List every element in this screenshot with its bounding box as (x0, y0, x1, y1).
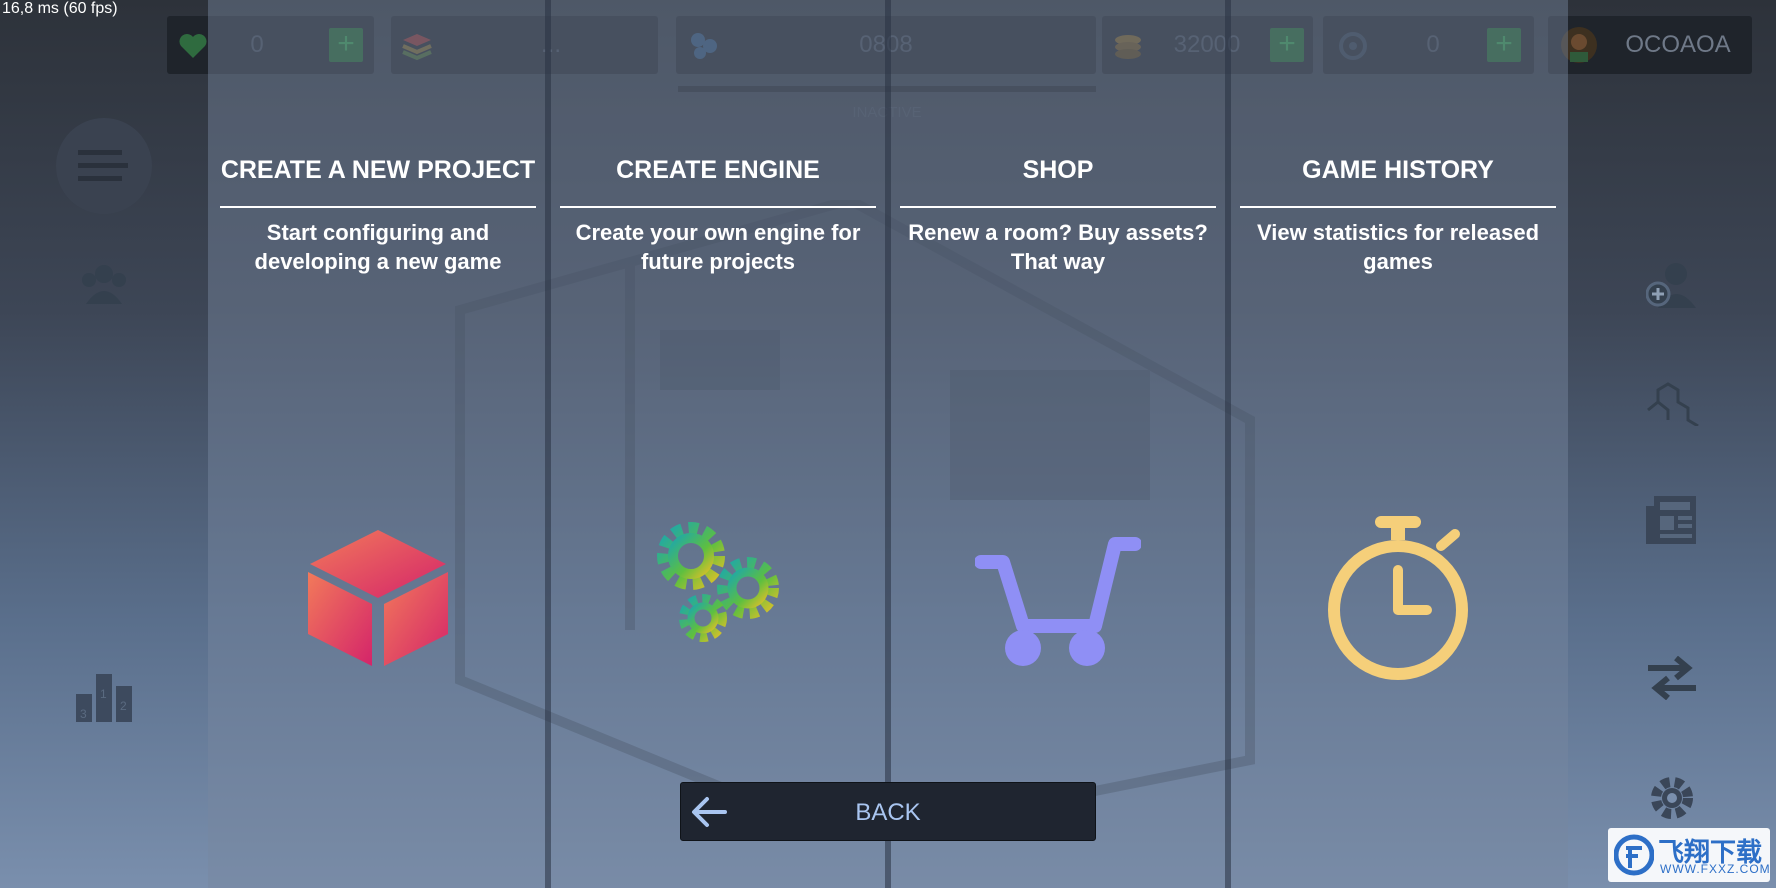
watermark-url: WWW.FXXZ.COM (1660, 862, 1771, 876)
player-name: OCOAOA (1625, 31, 1731, 58)
watermark-logo: 飞翔下载 WWW.FXXZ.COM (1608, 828, 1770, 882)
staff-icon[interactable] (78, 262, 130, 304)
svg-text:2: 2 (120, 699, 127, 713)
column-description: Create your own engine for future projec… (575, 220, 861, 274)
back-label: BACK (855, 799, 921, 826)
column-title: CREATE A NEW PROJECT (220, 156, 536, 184)
column-title: CREATE ENGINE (616, 156, 820, 184)
gears-icon (657, 522, 779, 642)
main-menu-panel: CREATE A NEW PROJECT Start configuring a… (208, 0, 1568, 888)
create-engine-column[interactable]: CREATE ENGINE Create your own engine for… (548, 0, 891, 888)
game-history-column[interactable]: GAME HISTORY View statistics for release… (1228, 0, 1568, 888)
heart-icon (179, 34, 207, 58)
settings-icon[interactable] (1646, 772, 1698, 824)
menu-button[interactable] (56, 118, 152, 214)
cube-icon (308, 530, 448, 666)
column-title: SHOP (1022, 156, 1094, 184)
column-description: View statistics for released games (1256, 220, 1540, 274)
column-divider-line (560, 206, 876, 208)
watermark-icon (1614, 834, 1654, 876)
fps-counter: 16,8 ms (60 fps) (2, 0, 118, 17)
shop-column[interactable]: SHOP Renew a room? Buy assets? That way (888, 0, 1231, 888)
molecule-icon[interactable] (1644, 380, 1700, 426)
add-staff-icon[interactable] (1646, 262, 1698, 308)
svg-text:3: 3 (80, 707, 87, 721)
back-button[interactable]: BACK (680, 782, 1096, 841)
column-divider-line (220, 206, 536, 208)
leaderboard-icon[interactable]: 312 (76, 666, 132, 722)
menu-icon (78, 150, 128, 181)
column-description: Start configuring and developing a new g… (254, 220, 502, 274)
column-title: GAME HISTORY (1302, 156, 1494, 184)
news-icon[interactable] (1646, 494, 1698, 546)
cart-icon (975, 537, 1141, 666)
column-divider-line (900, 206, 1216, 208)
stopwatch-icon (1328, 516, 1468, 680)
column-divider-line (1240, 206, 1556, 208)
create-project-column[interactable]: CREATE A NEW PROJECT Start configuring a… (208, 0, 551, 888)
svg-text:1: 1 (100, 687, 107, 701)
transfer-icon[interactable] (1646, 656, 1698, 700)
column-description: Renew a room? Buy assets? That way (908, 220, 1208, 274)
player-profile[interactable]: OCOAOA (1548, 16, 1752, 74)
